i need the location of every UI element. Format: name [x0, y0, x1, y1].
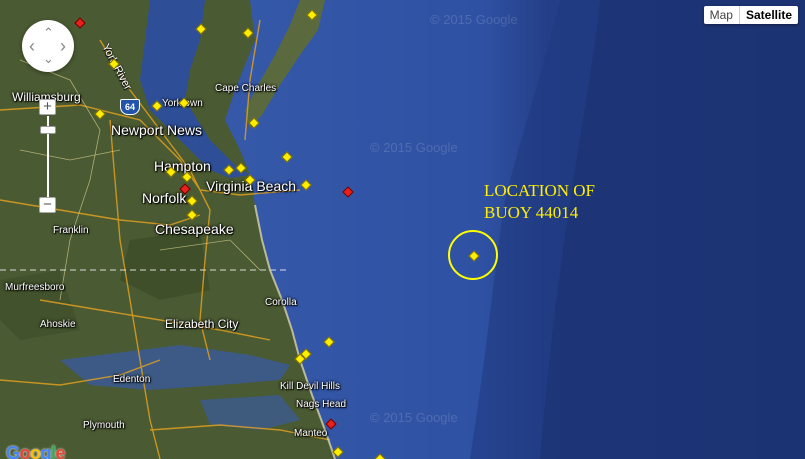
label-nags-head: Nags Head [296, 399, 347, 410]
zoom-slider-handle[interactable] [40, 126, 56, 134]
label-hampton: Hampton [154, 158, 211, 174]
imagery-watermark: © 2015 Google [370, 410, 458, 425]
label-ahoskie: Ahoskie [40, 319, 76, 330]
imagery-watermark: © 2015 Google [430, 12, 518, 27]
label-newport-news: Newport News [111, 122, 203, 138]
zoom-out-button[interactable]: − [39, 197, 56, 213]
label-edenton: Edenton [113, 374, 151, 385]
map-type-control: Map Satellite [703, 6, 798, 24]
label-plymouth: Plymouth [83, 420, 125, 431]
pan-left-icon[interactable]: ‹ [29, 37, 35, 55]
pan-down-icon[interactable]: ⌄ [43, 52, 54, 65]
label-chesapeake: Chesapeake [155, 221, 234, 237]
buoy-annotation: LOCATION OF BUOY 44014 [484, 180, 595, 224]
map-view[interactable]: © 2015 Google © 2015 Google © 2015 Googl… [0, 0, 805, 459]
label-murfreesboro: Murfreesboro [5, 282, 65, 293]
label-corolla: Corolla [265, 297, 297, 308]
annotation-line-1: LOCATION OF [484, 181, 595, 200]
map-type-satellite-button[interactable]: Satellite [739, 6, 798, 24]
annotation-line-2: BUOY 44014 [484, 203, 579, 222]
label-norfolk: Norfolk [142, 190, 187, 206]
label-manteo: Manteo [294, 428, 328, 439]
label-franklin: Franklin [53, 225, 89, 236]
pan-right-icon[interactable]: › [60, 37, 66, 55]
pan-up-icon[interactable]: ⌃ [43, 26, 54, 39]
map-type-map-button[interactable]: Map [703, 6, 740, 24]
label-cape-charles: Cape Charles [215, 83, 277, 94]
interstate-shield: 64 [120, 99, 140, 115]
google-logo: Google [6, 443, 66, 459]
pan-control[interactable]: ⌃ ⌄ ‹ › [22, 20, 74, 72]
imagery-watermark: © 2015 Google [370, 140, 458, 155]
label-elizabeth-city: Elizabeth City [165, 317, 239, 331]
zoom-in-button[interactable]: + [39, 99, 56, 115]
label-kill-devil-hills: Kill Devil Hills [280, 381, 341, 392]
